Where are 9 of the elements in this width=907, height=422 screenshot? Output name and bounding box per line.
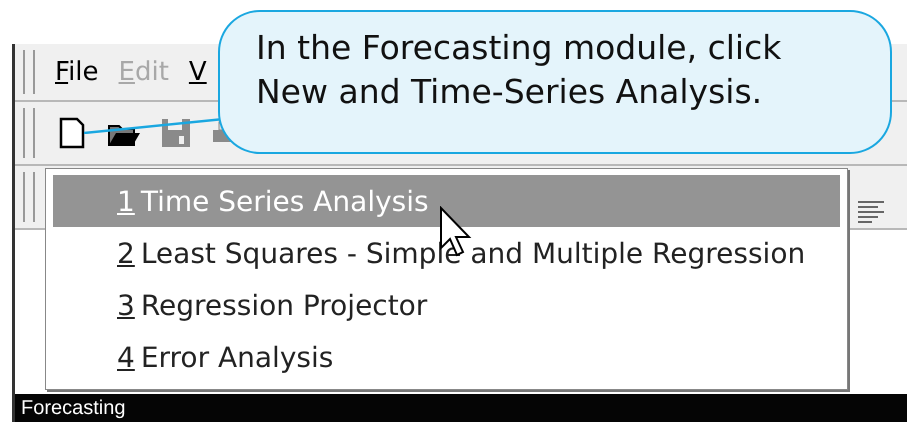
callout-tooltip: In the Forecasting module, click New and Time-Series Analysis.: [218, 10, 892, 154]
toolbar-grip[interactable]: [23, 108, 35, 158]
menu-item[interactable]: V: [188, 57, 207, 87]
toolbar-grip[interactable]: [23, 50, 35, 94]
menu-option[interactable]: 3 Regression Projector: [53, 279, 840, 331]
menu-item[interactable]: File: [55, 57, 99, 87]
status-text: Forecasting: [21, 396, 126, 420]
menu-option[interactable]: 4 Error Analysis: [53, 331, 840, 383]
toolbar-grip[interactable]: [23, 172, 35, 222]
